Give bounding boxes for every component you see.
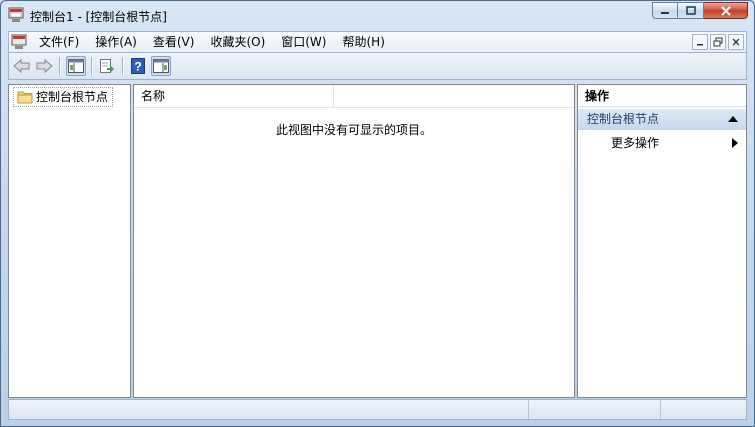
- export-list-icon: [100, 59, 114, 73]
- show-hide-console-tree-button[interactable]: [66, 56, 86, 76]
- action-group-label: 控制台根节点: [587, 112, 660, 126]
- restore-icon: [713, 37, 723, 47]
- menu-window[interactable]: 窗口(W): [273, 32, 334, 52]
- tree-item-label: 控制台根节点: [36, 90, 109, 104]
- show-hide-console-tree-icon: [68, 59, 84, 73]
- toolbar: ?: [8, 53, 747, 80]
- maximize-icon: [685, 6, 696, 15]
- document-system-menu-icon[interactable]: [11, 34, 27, 50]
- document-restore-button[interactable]: [710, 34, 726, 50]
- export-list-button[interactable]: [97, 56, 117, 76]
- console-tree-pane[interactable]: 控制台根节点: [8, 84, 131, 398]
- svg-text:?: ?: [134, 60, 141, 74]
- maximize-button[interactable]: [678, 2, 704, 19]
- action-pane-title: 操作: [578, 85, 746, 107]
- menu-help[interactable]: 帮助(H): [334, 32, 392, 52]
- help-icon: ?: [131, 58, 145, 74]
- result-list-pane[interactable]: 名称 此视图中没有可显示的项目。: [133, 84, 575, 398]
- column-header-name[interactable]: 名称: [134, 85, 334, 107]
- show-hide-action-pane-icon: [153, 59, 169, 73]
- minimize-icon: [697, 44, 703, 46]
- back-button[interactable]: [12, 56, 32, 76]
- more-actions-label: 更多操作: [611, 136, 660, 150]
- tree-item-console-root[interactable]: 控制台根节点: [13, 87, 114, 109]
- menu-bar: 文件(F) 操作(A) 查看(V) 收藏夹(O) 窗口(W) 帮助(H): [8, 31, 747, 53]
- document-minimize-button[interactable]: [692, 34, 708, 50]
- mmc-window: 控制台1 - [控制台根节点] 文件(F) 操作(A) 查看(V) 收藏夹(O)…: [0, 0, 755, 427]
- help-button[interactable]: ?: [128, 56, 148, 76]
- document-window-buttons: [692, 34, 744, 50]
- status-segment: [528, 400, 661, 419]
- menu-favorites[interactable]: 收藏夹(O): [202, 32, 273, 52]
- empty-view-message: 此视图中没有可显示的项目。: [275, 123, 432, 137]
- forward-button[interactable]: [34, 56, 54, 76]
- title-bar[interactable]: 控制台1 - [控制台根节点]: [1, 1, 754, 29]
- menu-action[interactable]: 操作(A): [87, 32, 145, 52]
- status-bar: [8, 399, 747, 420]
- forward-arrow-icon: [36, 58, 53, 74]
- mmc-console-icon[interactable]: [8, 7, 24, 23]
- show-hide-action-pane-button[interactable]: [151, 56, 171, 76]
- status-segment: [660, 400, 747, 419]
- window-title: 控制台1 - [控制台根节点]: [30, 10, 167, 24]
- minimize-icon: [661, 11, 669, 14]
- back-arrow-icon: [13, 58, 30, 74]
- menu-items: 文件(F) 操作(A) 查看(V) 收藏夹(O) 窗口(W) 帮助(H): [31, 32, 393, 52]
- menu-file[interactable]: 文件(F): [31, 32, 87, 52]
- close-icon: [720, 5, 731, 16]
- action-group-header[interactable]: 控制台根节点: [578, 109, 746, 130]
- submenu-arrow-icon: [732, 138, 738, 148]
- close-button[interactable]: [704, 2, 748, 19]
- close-icon: [732, 38, 740, 46]
- toolbar-separator: [91, 57, 93, 75]
- list-header: 名称: [134, 85, 574, 108]
- document-close-button[interactable]: [728, 34, 744, 50]
- caption-buttons: [652, 2, 748, 21]
- toolbar-separator: [122, 57, 124, 75]
- toolbar-separator: [59, 57, 61, 75]
- action-pane: 操作 控制台根节点 更多操作: [577, 84, 747, 398]
- collapse-arrow-icon[interactable]: [728, 116, 738, 122]
- more-actions-item[interactable]: 更多操作: [578, 133, 746, 153]
- menu-view[interactable]: 查看(V): [145, 32, 203, 52]
- minimize-button[interactable]: [652, 2, 678, 19]
- folder-icon: [17, 90, 33, 109]
